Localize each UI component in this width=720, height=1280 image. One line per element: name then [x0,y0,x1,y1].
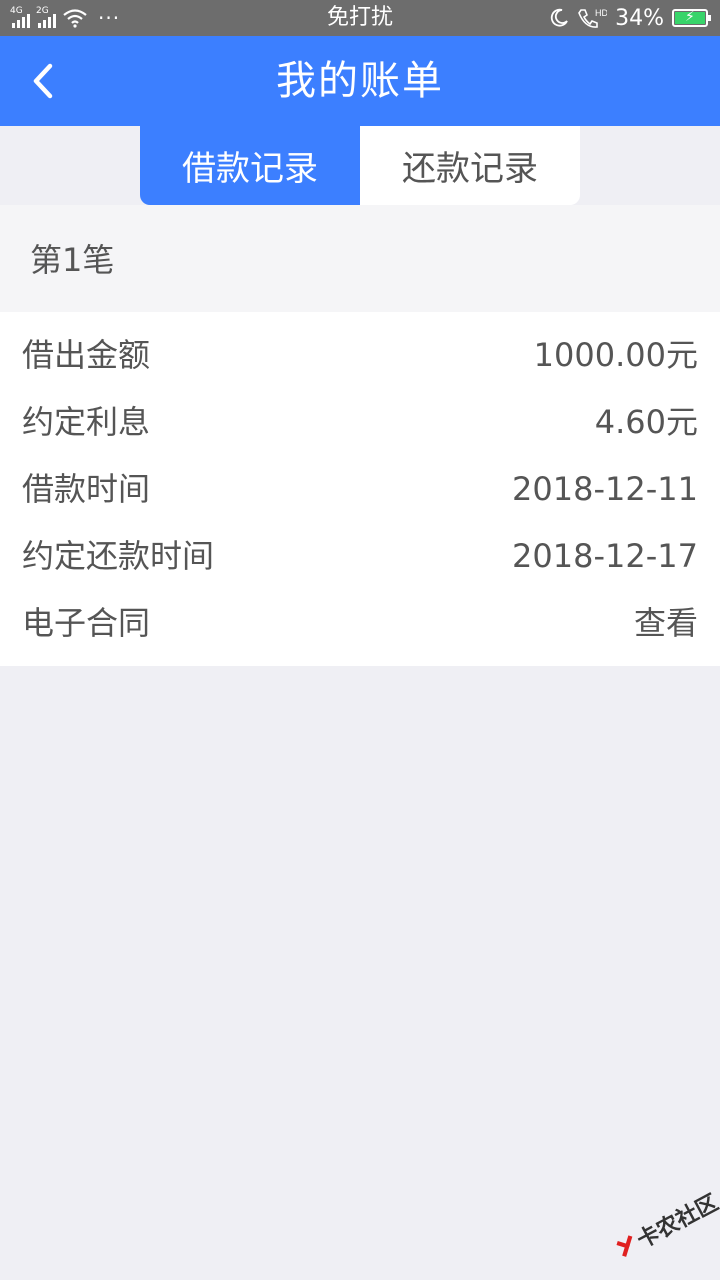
detail-row-contract[interactable]: 电子合同 查看 [0,590,720,657]
app-header: 我的账单 [0,36,720,126]
battery-percent: 34% [615,5,664,31]
status-bar: 4G 2G ··· 免打扰 HD 34% ⚡ [0,0,720,36]
detail-value: 2018-12-17 [512,537,698,575]
hd-call-icon: HD [578,8,607,28]
moon-icon [550,8,568,27]
watermark: 卡农社区 [602,1168,720,1280]
detail-value: 4.60元 [594,403,698,441]
detail-row-amount: 借出金额 1000.00元 [0,322,720,389]
detail-row-interest: 约定利息 4.60元 [0,389,720,456]
watermark-text: 卡农社区 [633,1190,720,1254]
detail-label: 借出金额 [22,336,151,374]
detail-label: 电子合同 [22,604,151,642]
loan-detail-list: 借出金额 1000.00元 约定利息 4.60元 借款时间 2018-12-11… [0,312,720,666]
detail-row-borrow-date: 借款时间 2018-12-11 [0,456,720,523]
detail-label: 约定利息 [22,403,151,441]
battery-icon: ⚡ [672,9,711,27]
detail-label: 借款时间 [22,470,151,508]
record-tabs: 借款记录 还款记录 [140,126,580,205]
detail-value: 2018-12-11 [512,470,698,508]
tab-borrow-records[interactable]: 借款记录 [140,126,360,205]
detail-value: 1000.00元 [533,336,698,374]
detail-row-due-date: 约定还款时间 2018-12-17 [0,523,720,590]
record-section-header: 第1笔 [0,205,720,312]
svg-text:HD: HD [595,8,607,18]
tab-repay-records[interactable]: 还款记录 [360,126,580,205]
detail-label: 约定还款时间 [22,537,215,575]
view-contract-link[interactable]: 查看 [634,590,698,657]
page-title: 我的账单 [276,58,444,104]
record-title: 第1笔 [30,241,115,279]
status-right: HD 34% ⚡ [549,0,711,36]
